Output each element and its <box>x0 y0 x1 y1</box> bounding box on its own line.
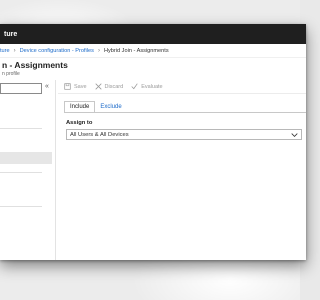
assign-to-selected-value: All Users & All Devices <box>70 131 129 138</box>
breadcrumb-separator-icon: › <box>13 47 16 54</box>
top-bar: ture <box>0 24 306 44</box>
nav-item-assignments-selected[interactable] <box>0 152 52 164</box>
chevron-down-icon <box>291 133 298 137</box>
double-chevron-left-icon[interactable]: « <box>45 83 49 90</box>
nav-divider <box>0 206 42 207</box>
page-title: n - Assignments <box>2 60 68 70</box>
assign-to-dropdown[interactable]: All Users & All Devices <box>66 129 302 140</box>
app-title: ture <box>4 30 18 38</box>
checkmark-icon <box>131 83 138 90</box>
discard-label: Discard <box>104 83 124 90</box>
left-nav-pane: « <box>0 80 56 260</box>
command-bar: Save Discard Evaluate <box>58 80 306 94</box>
save-button[interactable]: Save <box>64 83 87 90</box>
breadcrumb: ture › Device configuration - Profiles ›… <box>0 44 306 58</box>
save-label: Save <box>74 83 87 90</box>
discard-button[interactable]: Discard <box>94 83 124 90</box>
assign-to-label: Assign to <box>66 120 93 126</box>
breadcrumb-item-current: Hybrid Join - Assignments <box>103 47 169 54</box>
nav-divider <box>0 172 42 173</box>
menu-search-input[interactable] <box>0 83 42 94</box>
tabs-underline <box>64 112 306 113</box>
nav-divider <box>0 128 42 129</box>
portal-window: ture ture › Device configuration - Profi… <box>0 24 306 260</box>
breadcrumb-item-root[interactable]: ture <box>0 48 10 54</box>
evaluate-label: Evaluate <box>141 83 163 90</box>
blade-header: n - Assignments n profile <box>0 58 306 80</box>
page-subtitle: n profile <box>2 71 20 77</box>
breadcrumb-item-device-configuration[interactable]: Device configuration - Profiles <box>20 48 94 54</box>
close-icon <box>94 83 102 90</box>
assignments-panel: Save Discard Evaluate Include Exclude As… <box>58 80 306 260</box>
breadcrumb-separator-icon: › <box>97 47 100 54</box>
save-icon <box>64 83 71 90</box>
evaluate-button[interactable]: Evaluate <box>131 83 163 90</box>
